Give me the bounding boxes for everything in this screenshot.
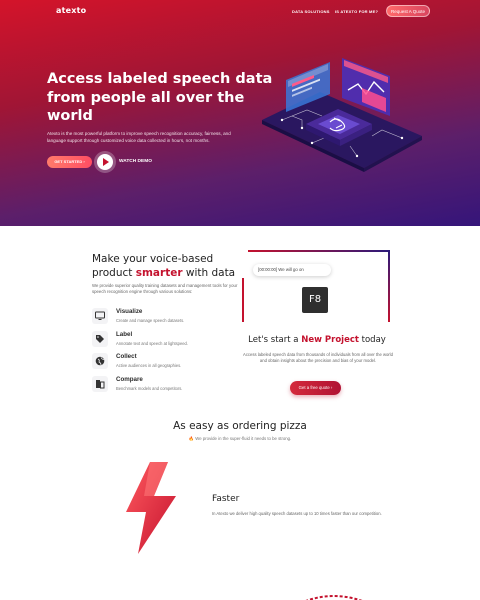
feature-text: Annotate text and speech at lightspeed. bbox=[116, 341, 188, 346]
lightning-bolt-icon bbox=[126, 462, 176, 554]
card-title-suffix: today bbox=[358, 335, 386, 345]
features-title-accent: smarter bbox=[135, 267, 183, 279]
frame-line bbox=[388, 250, 390, 322]
feature-text: Active audiences in all geographies. bbox=[116, 363, 182, 368]
play-icon bbox=[103, 158, 109, 166]
features-title: Make your voice-based product smarter wi… bbox=[92, 252, 242, 280]
request-quote-button[interactable]: Request A Quote bbox=[386, 5, 430, 17]
card-title-prefix: Let's start a bbox=[248, 335, 302, 345]
pizza-section-subtitle: 🔥 We provide in the super-fluid it needs… bbox=[0, 436, 480, 442]
tag-icon bbox=[92, 331, 108, 347]
pizza-section-title: As easy as ordering pizza bbox=[173, 420, 307, 432]
card-title-accent: New Project bbox=[301, 335, 359, 345]
project-card-title: Let's start a New Project today bbox=[242, 335, 392, 345]
feature-visualize: Visualize Create and manage speech datas… bbox=[92, 308, 242, 328]
nav-link-data-solutions[interactable]: DATA SOLUTIONS bbox=[292, 9, 330, 14]
feature-title: Collect bbox=[116, 353, 137, 360]
monitor-icon bbox=[92, 308, 108, 324]
hero-description: Atexto is the most powerful platform to … bbox=[47, 131, 231, 143]
faster-description: In Atexto we deliver high quality speech… bbox=[212, 511, 382, 516]
logo[interactable]: atexto bbox=[56, 6, 86, 15]
play-button[interactable] bbox=[97, 154, 113, 170]
feature-title: Compare bbox=[116, 376, 143, 383]
project-card-description: Access labeled speech data from thousand… bbox=[243, 352, 393, 364]
frame-line bbox=[248, 250, 390, 252]
feature-title: Visualize bbox=[116, 308, 143, 315]
watch-demo-link[interactable]: WATCH DEMO bbox=[119, 159, 152, 164]
transcript-bubble: [00:00:00] We will go on bbox=[253, 264, 331, 276]
platform-illustration bbox=[262, 58, 422, 172]
faster-title: Faster bbox=[212, 494, 240, 504]
feature-label: Label Annotate text and speech at lights… bbox=[92, 331, 242, 351]
top-nav: atexto DATA SOLUTIONS IS ATEXTO FOR ME? … bbox=[0, 0, 480, 24]
hero-title: Access labeled speech data from people a… bbox=[47, 71, 273, 124]
free-quote-button[interactable]: Get a free quote › bbox=[290, 381, 341, 395]
feature-compare: Compare Benchmark models and competitors… bbox=[92, 376, 242, 396]
f8-key: F8 bbox=[302, 287, 328, 313]
pizza-subtitle-text: We provide in the super-fluid it needs t… bbox=[195, 436, 292, 441]
feature-collect: Collect Active audiences in all geograph… bbox=[92, 353, 242, 373]
frame-line bbox=[242, 278, 244, 322]
feature-title: Label bbox=[116, 331, 133, 338]
compare-icon bbox=[92, 376, 108, 392]
feature-text: Create and manage speech datasets. bbox=[116, 318, 185, 323]
hero-section: atexto DATA SOLUTIONS IS ATEXTO FOR ME? … bbox=[0, 0, 480, 226]
features-title-suffix: with data bbox=[182, 267, 236, 279]
features-description: We provide superior quality training dat… bbox=[92, 283, 238, 295]
globe-icon bbox=[92, 353, 108, 369]
fire-icon: 🔥 bbox=[188, 436, 195, 441]
get-started-button[interactable]: GET STARTED › bbox=[47, 156, 92, 168]
feature-text: Benchmark models and competitors. bbox=[116, 386, 183, 391]
decorative-arc bbox=[305, 595, 363, 600]
nav-link-is-atexto-for-me[interactable]: IS ATEXTO FOR ME? bbox=[335, 9, 378, 14]
